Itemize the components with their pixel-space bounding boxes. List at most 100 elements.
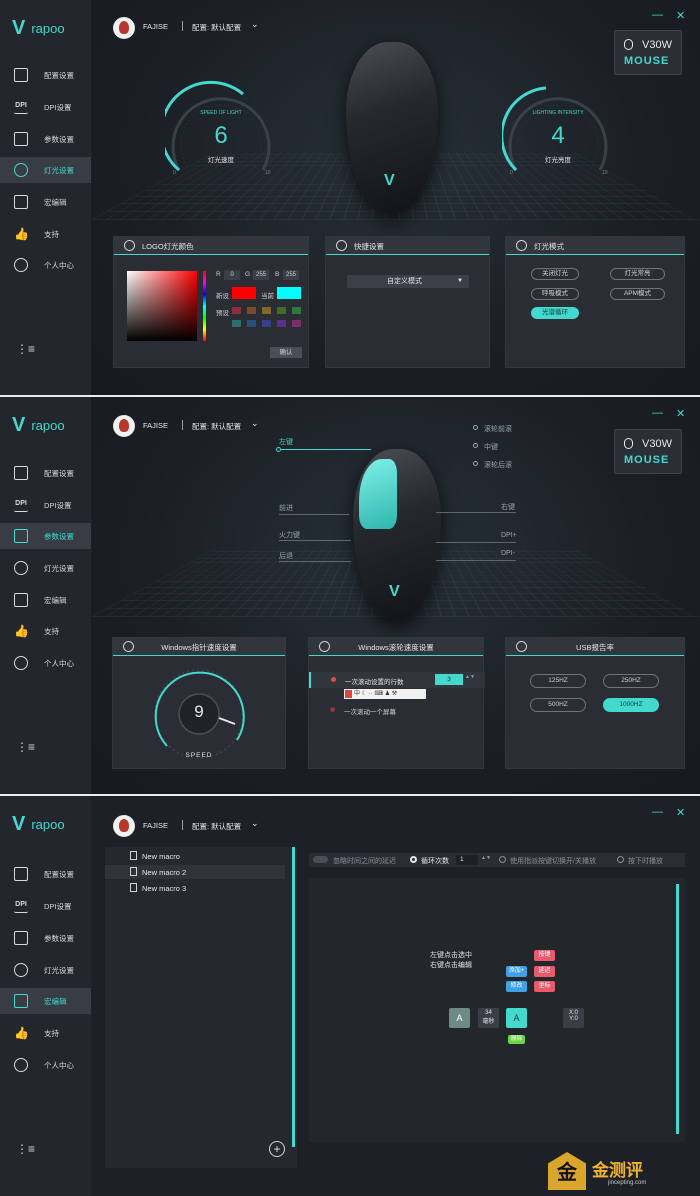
preset-swatch[interactable] bbox=[247, 307, 256, 314]
nav-dpi[interactable]: DPI DPI设置 bbox=[0, 492, 91, 518]
chevron-down-icon[interactable]: ⌄ bbox=[251, 19, 259, 30]
nav-support[interactable]: 👍 支持 bbox=[0, 618, 91, 644]
r-input[interactable]: 0 bbox=[224, 270, 240, 280]
rate-125-button[interactable]: 125HZ bbox=[530, 674, 586, 688]
color-picker-area[interactable] bbox=[127, 271, 197, 341]
close-icon[interactable]: ✕ bbox=[676, 9, 685, 22]
preset-swatch[interactable] bbox=[292, 320, 301, 327]
close-icon[interactable]: ✕ bbox=[676, 806, 685, 819]
nav-user[interactable]: 个人中心 bbox=[0, 252, 91, 278]
nav-support[interactable]: 👍 支持 bbox=[0, 1020, 91, 1046]
preset-swatch[interactable] bbox=[247, 320, 256, 327]
callout-dpi-plus[interactable]: DPI+ bbox=[501, 532, 517, 539]
nav-params[interactable]: 参数设置 bbox=[0, 126, 91, 152]
nav-macro[interactable]: 宏编辑 bbox=[0, 587, 91, 613]
minimize-icon[interactable]: — bbox=[652, 9, 663, 21]
hue-slider[interactable] bbox=[203, 271, 206, 341]
light-speed-gauge[interactable]: SPEED OF LIGHT 6 灯光速度 0 10 bbox=[159, 78, 277, 190]
profile-selector[interactable]: 配置: 默认配置 bbox=[192, 421, 241, 432]
close-icon[interactable]: ✕ bbox=[676, 407, 685, 420]
nav-lighting[interactable]: 灯光设置 bbox=[0, 555, 91, 581]
callout-right-button[interactable]: 右键 bbox=[501, 502, 515, 512]
nav-config[interactable]: 配置设置 bbox=[0, 861, 91, 887]
g-input[interactable]: 255 bbox=[253, 270, 269, 280]
loop-radio-icon[interactable] bbox=[410, 856, 417, 863]
avatar[interactable] bbox=[113, 815, 135, 837]
scroll-screen-option[interactable]: 一次滚动一个屏幕 bbox=[344, 706, 396, 716]
macro-list-item[interactable]: New macro 3 bbox=[105, 881, 285, 895]
preset-swatch[interactable] bbox=[292, 307, 301, 314]
macro-editor[interactable]: 左键点击选中 右键点击编辑 按键 添加+ 延迟 修改 坐标 A 34 毫秒 A X… bbox=[309, 878, 685, 1142]
hold-radio-icon[interactable] bbox=[617, 856, 624, 863]
callout-left-button[interactable]: 左键 bbox=[279, 437, 293, 447]
preset-swatch[interactable] bbox=[232, 320, 241, 327]
nav-support[interactable]: 👍 支持 bbox=[0, 221, 91, 247]
preset-swatch[interactable] bbox=[262, 307, 271, 314]
nav-lighting[interactable]: 灯光设置 bbox=[0, 957, 91, 983]
macro-key-node[interactable]: A bbox=[449, 1008, 470, 1028]
preset-swatch[interactable] bbox=[277, 307, 286, 314]
callout-wheel-back[interactable]: 滚轮后滚 bbox=[484, 460, 512, 470]
loop-count-input[interactable]: 1 bbox=[456, 855, 478, 865]
avatar[interactable] bbox=[113, 415, 135, 437]
mode-spectrum-button[interactable]: 光谱循环 bbox=[531, 307, 579, 319]
chevron-down-icon[interactable]: ⌄ bbox=[251, 818, 259, 829]
mode-apm-button[interactable]: APM模式 bbox=[610, 288, 665, 300]
rate-250-button[interactable]: 250HZ bbox=[603, 674, 659, 688]
minimize-icon[interactable]: — bbox=[652, 806, 663, 818]
collapse-menu-icon[interactable]: ⋮≡ bbox=[16, 1142, 35, 1156]
nav-config[interactable]: 配置设置 bbox=[0, 62, 91, 88]
collapse-menu-icon[interactable]: ⋮≡ bbox=[16, 740, 35, 754]
callout-wheel-forward[interactable]: 滚轮前滚 bbox=[484, 424, 512, 434]
nav-user[interactable]: 个人中心 bbox=[0, 1052, 91, 1078]
nav-macro[interactable]: 宏编辑 bbox=[0, 988, 91, 1014]
light-intensity-gauge[interactable]: LIGHTING INTENSITY 4 灯光亮度 0 10 bbox=[500, 78, 614, 190]
macro-delay-node[interactable]: 34 毫秒 bbox=[478, 1008, 499, 1028]
add-node-button[interactable]: 添加+ bbox=[506, 966, 527, 977]
callout-dpi-minus[interactable]: DPI- bbox=[501, 550, 515, 557]
preset-swatch[interactable] bbox=[277, 320, 286, 327]
minimize-icon[interactable]: — bbox=[652, 407, 663, 419]
mode-dropdown[interactable]: 自定义模式 ▼ bbox=[347, 275, 469, 288]
macro-coord-node[interactable]: X:0 Y:0 bbox=[563, 1008, 584, 1028]
rate-500-button[interactable]: 500HZ bbox=[530, 698, 586, 712]
editor-scrollbar[interactable] bbox=[676, 884, 679, 1134]
edit-node-button[interactable]: 修改 bbox=[506, 981, 527, 992]
stepper-icon[interactable]: ▲▼ bbox=[465, 674, 475, 680]
delete-node-button[interactable]: 删除 bbox=[508, 1035, 525, 1044]
chevron-down-icon[interactable]: ⌄ bbox=[251, 418, 259, 429]
avatar[interactable] bbox=[113, 17, 135, 39]
nav-params[interactable]: 参数设置 bbox=[0, 523, 91, 549]
preset-swatch[interactable] bbox=[232, 307, 241, 314]
callout-fire-key[interactable]: 火力键 bbox=[279, 530, 300, 540]
collapse-menu-icon[interactable]: ⋮≡ bbox=[16, 342, 35, 356]
callout-middle-button[interactable]: 中键 bbox=[484, 442, 498, 452]
mode-breathe-button[interactable]: 呼吸模式 bbox=[531, 288, 579, 300]
scroll-lines-option[interactable]: 一次滚动设置的行数 3 ▲▼ bbox=[309, 672, 485, 688]
nav-dpi[interactable]: DPI DPI设置 bbox=[0, 94, 91, 120]
macro-key-selected-node[interactable]: A bbox=[506, 1008, 527, 1028]
callout-forward[interactable]: 前进 bbox=[279, 503, 293, 513]
macro-list-item[interactable]: New macro bbox=[105, 849, 285, 863]
nav-lighting[interactable]: 灯光设置 bbox=[0, 157, 91, 183]
confirm-button[interactable]: 确认 bbox=[270, 347, 302, 358]
b-input[interactable]: 255 bbox=[283, 270, 299, 280]
nav-params[interactable]: 参数设置 bbox=[0, 925, 91, 951]
mode-steady-button[interactable]: 灯光常亮 bbox=[610, 268, 665, 280]
toggle-radio-icon[interactable] bbox=[499, 856, 506, 863]
callout-back[interactable]: 后退 bbox=[279, 551, 293, 561]
add-macro-icon[interactable]: + bbox=[269, 1141, 285, 1157]
scroll-lines-input[interactable]: 3 bbox=[435, 674, 463, 685]
profile-selector[interactable]: 配置: 默认配置 bbox=[192, 821, 241, 832]
nav-dpi[interactable]: DPI DPI设置 bbox=[0, 893, 91, 919]
stepper-icon[interactable]: ▲▼ bbox=[481, 855, 491, 861]
ignore-delay-toggle[interactable] bbox=[313, 856, 328, 863]
preset-swatch[interactable] bbox=[262, 320, 271, 327]
nav-macro[interactable]: 宏编辑 bbox=[0, 189, 91, 215]
list-scrollbar[interactable] bbox=[292, 847, 295, 1147]
macro-list-item[interactable]: New macro 2 bbox=[105, 865, 285, 879]
nav-config[interactable]: 配置设置 bbox=[0, 460, 91, 486]
rate-1000-button[interactable]: 1000HZ bbox=[603, 698, 659, 712]
nav-user[interactable]: 个人中心 bbox=[0, 650, 91, 676]
mode-off-button[interactable]: 关闭灯光 bbox=[531, 268, 579, 280]
